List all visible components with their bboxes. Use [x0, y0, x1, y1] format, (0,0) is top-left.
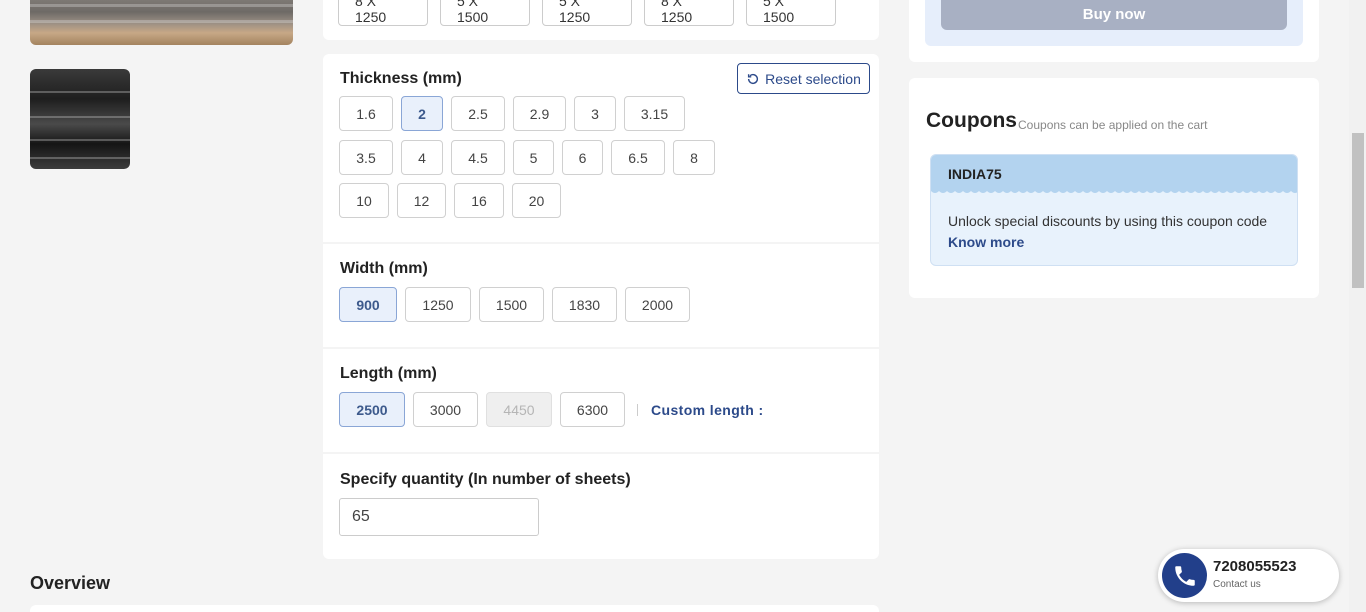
overview-heading: Overview [30, 573, 111, 593]
length-title: Length (mm) [340, 365, 437, 382]
reset-selection-button[interactable]: Reset selection [737, 63, 870, 94]
thickness-option[interactable]: 8 [673, 140, 715, 175]
product-image-thumbnail[interactable] [30, 69, 130, 169]
width-option[interactable]: 1250 [405, 287, 471, 322]
size-option-5[interactable]: 5 X 1500 [746, 0, 836, 26]
thickness-option[interactable]: 3.5 [339, 140, 393, 175]
length-option[interactable]: 2500 [339, 392, 405, 427]
thickness-option[interactable]: 4 [401, 140, 443, 175]
length-option[interactable]: 6300 [560, 392, 625, 427]
size-options-panel: 8 X 1250 5 X 1500 5 X 1250 8 X 1250 5 X … [323, 0, 879, 40]
contact-number: 7208055523 [1213, 558, 1297, 575]
width-section: Width (mm) 900 1250 1500 1830 2000 [323, 244, 879, 347]
thickness-option[interactable]: 5 [513, 140, 554, 175]
know-more-link[interactable]: Know more [948, 234, 1024, 250]
size-option-3[interactable]: 5 X 1250 [542, 0, 632, 26]
coupon-header: INDIA75 [931, 155, 1297, 191]
size-option-label: 5 X 1500 [457, 0, 489, 25]
size-option-label: 8 X 1250 [661, 0, 693, 25]
quantity-input[interactable] [339, 498, 539, 536]
size-option-1[interactable]: 8 X 1250 [338, 0, 428, 26]
coupon-edge-decoration [931, 187, 1297, 193]
thickness-option[interactable]: 2.5 [451, 96, 505, 131]
coupon-description: Unlock special discounts by using this c… [948, 213, 1268, 229]
length-section: Length (mm) 2500 3000 4450 6300 Custom l… [323, 349, 879, 452]
size-option-4[interactable]: 8 X 1250 [644, 0, 734, 26]
custom-length-link[interactable]: Custom length : [651, 402, 764, 418]
thickness-option[interactable]: 4.5 [451, 140, 505, 175]
thickness-option[interactable]: 6.5 [611, 140, 665, 175]
quantity-title: Specify quantity (In number of sheets) [340, 471, 631, 488]
thickness-option[interactable]: 1.6 [339, 96, 393, 131]
coupons-title: Coupons [926, 109, 1017, 132]
contact-us-button[interactable]: 7208055523 Contact us [1158, 549, 1339, 602]
thickness-title: Thickness (mm) [340, 70, 462, 87]
thickness-option[interactable]: 6 [562, 140, 603, 175]
coupons-subtitle: Coupons can be applied on the cart [1018, 118, 1208, 132]
reset-icon [748, 73, 759, 84]
thickness-option[interactable]: 12 [397, 183, 446, 218]
thickness-option[interactable]: 3.15 [624, 96, 685, 131]
reset-selection-label: Reset selection [765, 70, 861, 87]
length-option[interactable]: 3000 [413, 392, 478, 427]
size-option-label: 5 X 1500 [763, 0, 795, 25]
buy-now-button[interactable]: Buy now [941, 0, 1287, 30]
size-option-label: 5 X 1250 [559, 0, 591, 25]
coupons-card: Coupons Coupons can be applied on the ca… [909, 78, 1319, 298]
product-image-main[interactable] [30, 0, 293, 45]
contact-label: Contact us [1213, 579, 1261, 590]
coupon-item[interactable]: INDIA75 Unlock special discounts by usin… [930, 154, 1298, 266]
length-option-disabled: 4450 [486, 392, 552, 427]
thickness-option[interactable]: 20 [512, 183, 561, 218]
size-option-label: 8 X 1250 [355, 0, 387, 25]
buy-card: Buy now [909, 0, 1319, 62]
thickness-option[interactable]: 3 [574, 96, 616, 131]
width-option[interactable]: 900 [339, 287, 397, 322]
phone-icon [1162, 553, 1207, 598]
thickness-option[interactable]: 2 [401, 96, 443, 131]
width-title: Width (mm) [340, 260, 428, 277]
quantity-section: Specify quantity (In number of sheets) [323, 454, 879, 559]
divider [637, 404, 638, 416]
overview-panel [30, 605, 879, 612]
thickness-option[interactable]: 2.9 [513, 96, 566, 131]
buy-card-inner: Buy now [925, 0, 1303, 46]
width-option[interactable]: 1830 [552, 287, 617, 322]
thickness-option[interactable]: 10 [339, 183, 389, 218]
size-option-2[interactable]: 5 X 1500 [440, 0, 530, 26]
thickness-option[interactable]: 16 [454, 183, 504, 218]
thickness-section: Thickness (mm) Reset selection 1.6 2 2.5… [323, 54, 879, 242]
width-option[interactable]: 2000 [625, 287, 690, 322]
scrollbar-track[interactable] [1349, 0, 1366, 612]
coupon-code: INDIA75 [948, 166, 1002, 182]
width-option[interactable]: 1500 [479, 287, 544, 322]
scrollbar-thumb[interactable] [1352, 133, 1364, 288]
